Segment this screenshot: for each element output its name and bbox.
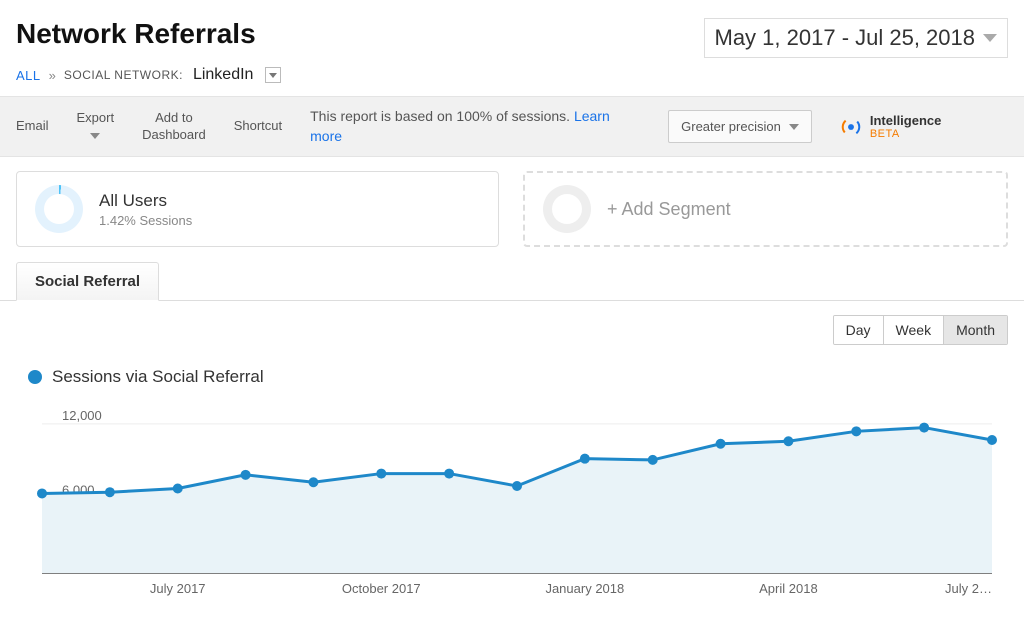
date-range-text: May 1, 2017 - Jul 25, 2018 [715, 25, 976, 51]
chart-legend: Sessions via Social Referral [28, 367, 1002, 387]
granularity-month[interactable]: Month [943, 316, 1007, 344]
svg-text:12,000: 12,000 [62, 408, 102, 423]
intelligence-block[interactable]: Intelligence BETA [840, 113, 942, 140]
date-range-picker[interactable]: May 1, 2017 - Jul 25, 2018 [704, 18, 1009, 58]
chart-area: Sessions via Social Referral 6,00012,000… [0, 349, 1024, 619]
segment-title: All Users [99, 191, 192, 211]
sampling-note-text: This report is based on 100% of sessions… [310, 108, 574, 124]
tab-row: Social Referral [0, 261, 1024, 301]
chevron-down-icon [269, 73, 277, 78]
breadcrumb-dimension-label: SOCIAL NETWORK: [64, 68, 183, 82]
breadcrumb-dimension-value: LinkedIn [193, 66, 254, 84]
chevron-down-icon [983, 34, 997, 42]
chevron-right-icon: » [49, 68, 56, 83]
chevron-down-icon [789, 124, 799, 130]
add-segment-button[interactable]: + Add Segment [523, 171, 1008, 247]
breadcrumb: ALL » SOCIAL NETWORK: LinkedIn [0, 66, 1024, 96]
svg-text:January 2018: January 2018 [545, 581, 624, 596]
granularity-group: Day Week Month [833, 315, 1008, 345]
segment-all-users[interactable]: All Users 1.42% Sessions [16, 171, 499, 247]
add-segment-label: + Add Segment [607, 199, 731, 220]
granularity-row: Day Week Month [0, 301, 1024, 349]
export-label: Export [77, 110, 115, 125]
legend-dot-icon [28, 370, 42, 384]
breadcrumb-all-link[interactable]: ALL [16, 68, 41, 83]
shortcut-button[interactable]: Shortcut [234, 118, 282, 135]
svg-text:April 2018: April 2018 [759, 581, 818, 596]
granularity-week[interactable]: Week [883, 316, 944, 344]
tab-social-referral[interactable]: Social Referral [16, 262, 159, 301]
beta-badge: BETA [870, 128, 942, 140]
toolbar: Email Export Add to Dashboard Shortcut T… [0, 96, 1024, 157]
precision-label: Greater precision [681, 119, 781, 134]
add-to-dashboard-button[interactable]: Add to Dashboard [142, 110, 206, 144]
add-to-dashboard-l1: Add to [142, 110, 206, 127]
chevron-down-icon [90, 133, 100, 139]
chart-svg: 6,00012,000July 2017October 2017January … [22, 393, 1002, 603]
donut-icon [35, 185, 83, 233]
segment-subtitle: 1.42% Sessions [99, 213, 192, 228]
precision-button[interactable]: Greater precision [668, 110, 812, 143]
intelligence-icon [840, 116, 862, 138]
add-to-dashboard-l2: Dashboard [142, 127, 206, 144]
svg-text:October 2017: October 2017 [342, 581, 421, 596]
svg-text:July 2017: July 2017 [150, 581, 206, 596]
intelligence-label: Intelligence [870, 113, 942, 128]
email-button[interactable]: Email [16, 118, 49, 135]
donut-icon [543, 185, 591, 233]
page-title: Network Referrals [16, 18, 256, 50]
breadcrumb-dropdown[interactable] [265, 67, 281, 83]
svg-text:July 2…: July 2… [945, 581, 992, 596]
export-button[interactable]: Export [77, 110, 115, 144]
legend-series-label: Sessions via Social Referral [52, 367, 264, 387]
segments-row: All Users 1.42% Sessions + Add Segment [0, 157, 1024, 261]
granularity-day[interactable]: Day [834, 316, 883, 344]
sampling-note: This report is based on 100% of sessions… [310, 107, 640, 146]
